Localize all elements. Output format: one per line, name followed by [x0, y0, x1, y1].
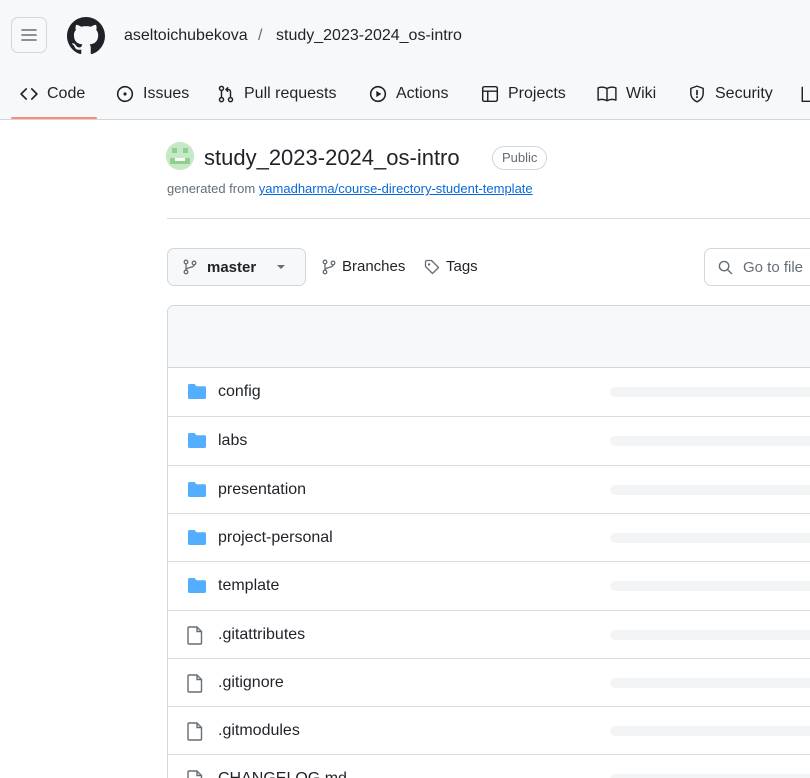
- file-list: config labs presentation project-personal te…: [167, 305, 810, 778]
- tab-code[interactable]: Code: [20, 82, 85, 106]
- identicon-icon: [166, 142, 194, 170]
- file-name-link[interactable]: .gitignore: [218, 673, 284, 693]
- folder-icon: [188, 481, 206, 497]
- file-icon: [187, 722, 203, 741]
- repo-title[interactable]: study_2023-2024_os-intro: [204, 145, 460, 171]
- file-icon: [187, 625, 203, 645]
- file-row[interactable]: .gitignore: [168, 657, 810, 706]
- top-header: aseltoichubekova / study_2023-2024_os-in…: [0, 0, 810, 70]
- branch-selector-button[interactable]: master: [167, 248, 306, 286]
- tab-issues-label: Issues: [143, 85, 190, 102]
- tab-projects-label: Projects: [508, 85, 566, 102]
- file-row[interactable]: presentation: [168, 464, 810, 513]
- file-name-link[interactable]: project-personal: [218, 528, 333, 548]
- tab-code-label: Code: [47, 85, 86, 102]
- commit-message-placeholder: [610, 387, 810, 397]
- pull-request-icon: [218, 85, 234, 103]
- branch-name: master: [207, 258, 257, 276]
- file-row[interactable]: labs: [168, 416, 810, 464]
- folder-icon: [188, 529, 206, 545]
- file-row[interactable]: CHANGELOG.md: [168, 754, 810, 778]
- tab-pull-requests[interactable]: Pull requests: [217, 82, 337, 106]
- latest-commit-header: [168, 306, 810, 368]
- generated-from-prefix: generated from: [167, 181, 256, 196]
- graph-icon: [801, 86, 810, 103]
- tab-pull-requests-label: Pull requests: [244, 85, 337, 102]
- branches-label: Branches: [342, 258, 406, 275]
- commit-message-placeholder: [610, 436, 810, 447]
- git-branch-icon: [322, 259, 336, 274]
- commit-message-placeholder: [610, 532, 810, 543]
- tags-link[interactable]: Tags: [424, 258, 478, 275]
- tab-projects[interactable]: Projects: [481, 82, 566, 106]
- commit-message-placeholder: [610, 726, 810, 737]
- git-branch-icon: [183, 259, 197, 275]
- commit-message-placeholder: [610, 629, 810, 640]
- repo-owner-avatar[interactable]: [166, 142, 194, 170]
- file-name-link[interactable]: labs: [218, 431, 247, 451]
- folder-icon: [188, 433, 206, 449]
- repo-nav: Code Issues Pull requests Actions Projec…: [0, 70, 810, 120]
- book-icon: [597, 86, 617, 102]
- commit-message-placeholder: [610, 774, 810, 778]
- go-to-file-placeholder: Go to file: [743, 258, 804, 276]
- branches-link[interactable]: Branches: [322, 258, 405, 275]
- tab-actions[interactable]: Actions: [369, 82, 448, 106]
- tab-security-label: Security: [715, 85, 773, 102]
- tab-actions-label: Actions: [396, 85, 449, 102]
- title-divider: [167, 218, 810, 219]
- play-icon: [369, 85, 387, 103]
- breadcrumb-owner-link[interactable]: aseltoichubekova: [124, 26, 248, 46]
- tag-icon: [424, 259, 440, 274]
- commit-message-placeholder: [610, 581, 810, 592]
- go-to-file-input[interactable]: Go to file: [704, 248, 810, 286]
- folder-icon: [188, 578, 206, 594]
- triangle-down-icon: [277, 265, 286, 269]
- commit-message-placeholder: [610, 484, 810, 495]
- file-icon: [187, 674, 203, 693]
- github-logo-icon[interactable]: [67, 17, 105, 55]
- issue-icon: [116, 85, 134, 103]
- code-icon: [20, 88, 38, 100]
- tab-wiki[interactable]: Wiki: [597, 82, 656, 106]
- tags-label: Tags: [446, 258, 478, 275]
- tab-security[interactable]: Security: [688, 82, 773, 106]
- tab-issues[interactable]: Issues: [116, 82, 189, 106]
- file-name-link[interactable]: CHANGELOG.md: [218, 769, 347, 778]
- file-name-link[interactable]: presentation: [218, 480, 306, 500]
- hamburger-icon: [21, 29, 37, 41]
- file-row[interactable]: template: [168, 561, 810, 609]
- template-repo-link[interactable]: yamadharma/course-directory-student-temp…: [259, 181, 533, 196]
- folder-icon: [188, 384, 206, 400]
- file-name-link[interactable]: template: [218, 576, 279, 596]
- search-icon: [718, 260, 733, 274]
- file-row[interactable]: config: [168, 368, 810, 416]
- file-name-link[interactable]: .gitmodules: [218, 721, 300, 741]
- tab-insights-partial[interactable]: [800, 82, 810, 106]
- table-icon: [481, 85, 499, 103]
- shield-icon: [690, 85, 704, 103]
- generated-from-line: generated from yamadharma/course-directo…: [167, 181, 533, 196]
- file-row[interactable]: project-personal: [168, 512, 810, 561]
- visibility-badge: Public: [492, 146, 548, 170]
- active-tab-indicator: [11, 117, 97, 119]
- commit-message-placeholder: [610, 677, 810, 688]
- tab-wiki-label: Wiki: [626, 85, 657, 102]
- hamburger-menu-button[interactable]: [11, 17, 47, 53]
- file-row[interactable]: .gitmodules: [168, 706, 810, 754]
- file-row[interactable]: .gitattributes: [168, 609, 810, 658]
- breadcrumb-separator: /: [258, 27, 263, 44]
- file-icon: [187, 770, 203, 778]
- file-name-link[interactable]: config: [218, 382, 261, 402]
- breadcrumb-repo-link[interactable]: study_2023-2024_os-intro: [276, 26, 462, 46]
- file-name-link[interactable]: .gitattributes: [218, 625, 305, 645]
